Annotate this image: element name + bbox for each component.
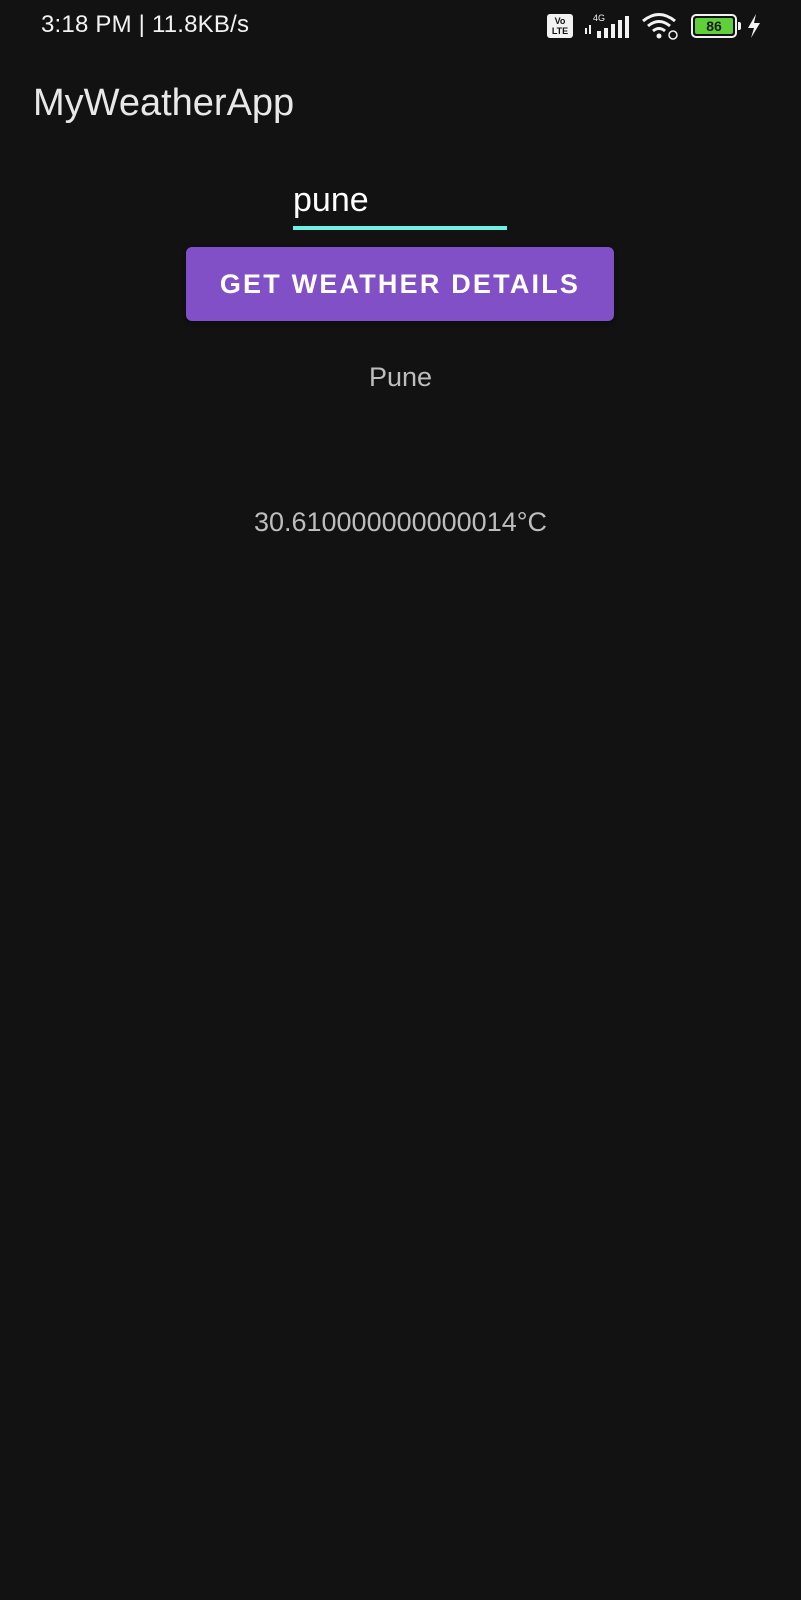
battery-level: 86 [695,18,733,34]
city-input[interactable] [293,174,507,226]
status-time-speed: 3:18 PM | 11.8KB/s [41,11,250,38]
status-bar: 3:18 PM | 11.8KB/s Vo LTE 4G 86 [0,0,801,52]
status-icons: Vo LTE 4G 86 [547,12,761,40]
get-weather-details-button[interactable]: GET WEATHER DETAILS [186,247,614,321]
charging-icon [748,14,760,38]
signal-icon: 4G [585,13,629,38]
battery-cap [738,22,741,30]
network-type-label: 4G [593,13,605,23]
volte-icon: Vo LTE [547,14,573,38]
battery-icon: 86 [691,14,741,38]
app-title: MyWeatherApp [33,82,295,124]
wifi-icon [642,13,678,40]
city-input-container [293,174,507,232]
result-city-name: Pune [368,362,433,392]
result-temperature: 30.610000000000014°C [253,507,548,537]
input-underline [293,226,507,230]
